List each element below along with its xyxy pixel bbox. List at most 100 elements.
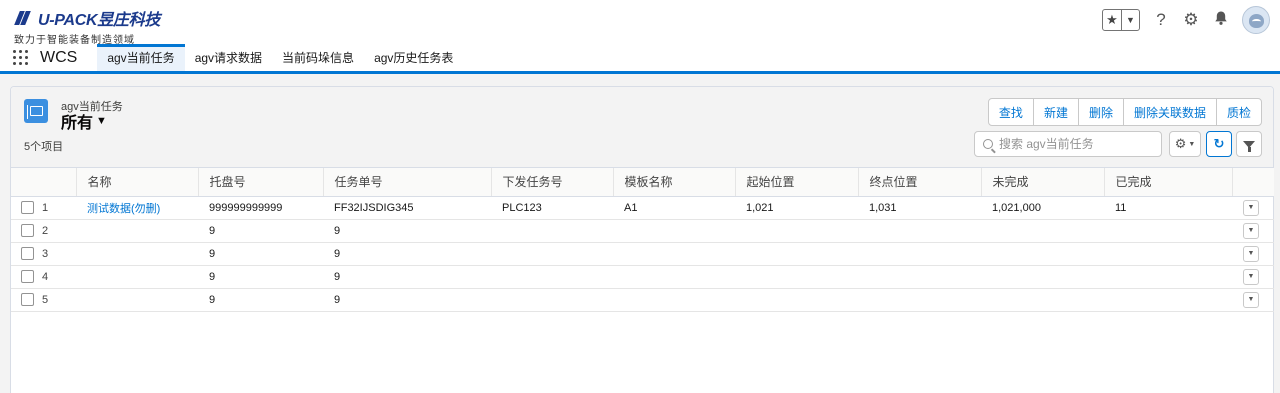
start-cell [735,242,858,266]
column-header[interactable]: 已完成 [1104,168,1233,197]
task-no-cell: 9 [323,265,491,289]
filter-icon [1243,140,1255,152]
column-header[interactable]: 任务单号 [323,168,492,197]
tab-agv-current-tasks[interactable]: agv当前任务 [97,44,185,71]
avatar[interactable] [1242,6,1270,34]
start-cell [735,288,858,312]
incomplete-cell [981,265,1104,289]
issue-no-cell [491,219,613,243]
list-view-selector[interactable]: 所有 ▼ [61,109,107,133]
row-checkbox[interactable] [21,247,34,260]
app-name: WCS [40,48,78,66]
app-launcher-icon[interactable] [0,44,40,71]
template-cell [613,288,735,312]
row-checkbox[interactable] [21,293,34,306]
incomplete-cell: 1,021,000 [981,196,1104,220]
chevron-down-icon: ▼ [1188,140,1196,148]
record-name-link[interactable]: 测试数据(勿删) [87,203,160,215]
end-cell [858,265,981,289]
column-header[interactable]: 未完成 [981,168,1105,197]
column-header[interactable]: 托盘号 [198,168,324,197]
favorites-menu-chevron-down-icon[interactable]: ▼ [1121,10,1139,30]
refresh-button[interactable]: ↻ [1206,131,1232,157]
bell-icon[interactable] [1212,10,1230,31]
search-icon [983,139,993,149]
item-count: 5个项目 [24,141,64,153]
search-input[interactable] [999,137,1149,151]
help-icon[interactable]: ? [1152,10,1170,30]
completed-cell [1104,219,1232,243]
pallet-cell: 9 [198,265,323,289]
row-number: 5 [42,293,49,306]
column-header[interactable]: 下发任务号 [491,168,614,197]
logo-mark-icon [14,10,36,26]
star-icon[interactable]: ★ [1103,10,1121,30]
row-action-chevron-down-icon[interactable]: ▼ [1243,291,1259,308]
template-cell [613,265,735,289]
row-number: 1 [42,201,49,214]
list-view-card: agv当前任务 所有 ▼ 5个项目 查找 新建 删除 删除关联数据 质检 ⚙▼ … [10,86,1274,393]
delete-related-data-button[interactable]: 删除关联数据 [1122,99,1216,125]
incomplete-cell [981,288,1104,312]
settings-icon[interactable]: ⚙ [1182,10,1200,30]
tab-agv-request-data[interactable]: agv请求数据 [185,44,272,71]
row-number: 4 [42,270,49,283]
completed-cell [1104,242,1232,266]
row-checkbox[interactable] [21,201,34,214]
issue-no-cell: PLC123 [491,196,613,220]
table-row: 2 9 9 ▼ [11,219,1274,243]
list-settings-button[interactable]: ⚙ ▼ [1169,131,1201,157]
column-header[interactable]: 终点位置 [858,168,982,197]
tab-current-palletizing-info[interactable]: 当前码垛信息 [272,44,364,71]
table-row: 5 9 9 ▼ [11,288,1274,312]
row-action-chevron-down-icon[interactable]: ▼ [1243,245,1259,262]
row-number: 2 [42,224,49,237]
row-action-chevron-down-icon[interactable]: ▼ [1243,199,1259,216]
task-no-cell: 9 [323,288,491,312]
task-no-cell: 9 [323,242,491,266]
issue-no-cell [491,265,613,289]
incomplete-cell [981,242,1104,266]
issue-no-cell [491,242,613,266]
column-header[interactable]: 起始位置 [735,168,859,197]
app-navigation: WCS agv当前任务 agv请求数据 当前码垛信息 agv历史任务表 [0,44,1280,74]
row-action-chevron-down-icon[interactable]: ▼ [1243,268,1259,285]
table-row: 4 9 9 ▼ [11,265,1274,289]
row-number: 3 [42,247,49,260]
end-cell: 1,031 [858,196,981,220]
column-header-actions [1232,168,1274,197]
table-row: 3 9 9 ▼ [11,242,1274,266]
template-cell [613,242,735,266]
records-table: 名称 托盘号 任务单号 下发任务号 模板名称 起始位置 终点位置 未完成 已完成… [11,168,1274,312]
logo-name: U-PACK昱庄科技 [38,12,161,29]
filter-button[interactable] [1236,131,1262,157]
new-button[interactable]: 新建 [1032,99,1078,125]
row-checkbox[interactable] [21,270,34,283]
delete-button[interactable]: 删除 [1077,99,1123,125]
tab-agv-history-tasks[interactable]: agv历史任务表 [364,44,463,71]
template-cell [613,219,735,243]
gear-icon: ⚙ [1174,136,1187,151]
list-view-header: agv当前任务 所有 ▼ 5个项目 查找 新建 删除 删除关联数据 质检 ⚙▼ … [11,87,1273,168]
company-logo[interactable]: U-PACK昱庄科技 致力于智能装备制造领域 [14,6,160,46]
row-action-chevron-down-icon[interactable]: ▼ [1243,222,1259,239]
global-header: U-PACK昱庄科技 致力于智能装备制造领域 ★ ▼ ? ⚙ [0,0,1280,46]
column-header[interactable]: 名称 [76,168,199,197]
quality-check-button[interactable]: 质检 [1215,99,1261,125]
row-checkbox[interactable] [21,224,34,237]
completed-cell [1104,288,1232,312]
completed-cell: 11 [1104,196,1232,220]
start-cell: 1,021 [735,196,858,220]
pallet-cell: 9 [198,242,323,266]
end-cell [858,242,981,266]
list-search [974,131,1162,157]
task-no-cell: FF32IJSDIG345 [323,196,491,220]
pallet-cell: 9 [198,219,323,243]
find-button[interactable]: 查找 [989,99,1033,125]
pallet-cell: 9 [198,288,323,312]
end-cell [858,219,981,243]
caret-down-icon: ▼ [96,115,107,127]
start-cell [735,265,858,289]
column-header[interactable]: 模板名称 [613,168,736,197]
list-view-name: 所有 [61,115,94,132]
